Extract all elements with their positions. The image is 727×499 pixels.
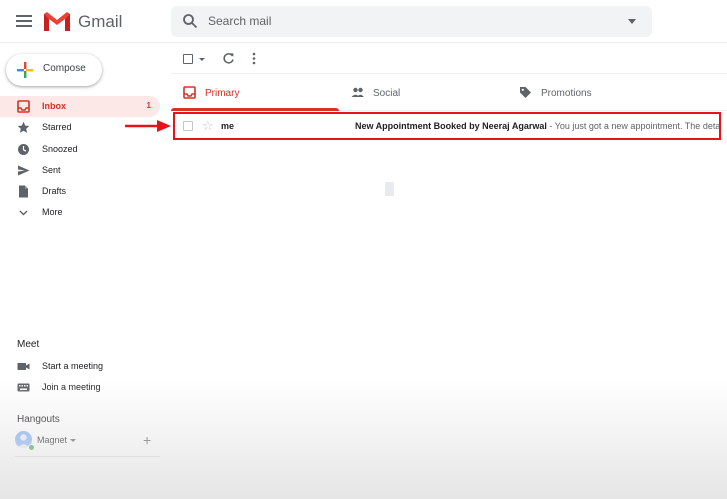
email-snippet: - You just got a new appointment. The de… — [546, 121, 721, 131]
plus-icon — [17, 62, 33, 78]
search-options-icon[interactable] — [628, 19, 636, 24]
sidebar-item-label: More — [42, 207, 63, 218]
annotation-arrow — [125, 120, 171, 132]
people-icon — [351, 87, 364, 97]
search-icon[interactable] — [182, 13, 198, 29]
tab-label: Promotions — [541, 88, 592, 99]
select-options-icon[interactable] — [199, 58, 205, 61]
start-meeting-label: Start a meeting — [42, 361, 104, 371]
add-contact-icon[interactable]: + — [143, 432, 151, 448]
refresh-icon[interactable] — [222, 52, 235, 65]
tab-promotions[interactable]: Promotions — [507, 76, 675, 110]
sidebar-item-drafts[interactable]: Drafts — [0, 181, 160, 202]
hangouts-user-name: Magnet — [37, 435, 68, 445]
draft-icon — [19, 185, 28, 198]
compose-label: Compose — [43, 63, 86, 74]
sidebar-item-sent[interactable]: Sent — [0, 160, 160, 181]
send-icon — [18, 165, 30, 176]
star-icon — [17, 122, 30, 134]
email-checkbox[interactable] — [183, 121, 193, 131]
tab-social[interactable]: Social — [339, 76, 507, 110]
email-sender: me — [221, 121, 235, 131]
sidebar-nav: Inbox 1 Starred Snoozed Sent Drafts More — [0, 96, 160, 224]
brand-name[interactable]: Gmail — [78, 12, 122, 32]
sidebar-item-label: Snoozed — [42, 143, 78, 154]
inbox-icon — [183, 86, 196, 99]
gmail-logo[interactable] — [43, 10, 71, 32]
sidebar-item-label: Starred — [42, 122, 72, 133]
loading-indicator — [385, 182, 394, 196]
join-meeting-label: Join a meeting — [42, 382, 101, 392]
tag-icon — [520, 87, 531, 98]
more-vert-icon[interactable] — [252, 52, 256, 65]
select-all-checkbox[interactable] — [183, 54, 193, 64]
tab-primary[interactable]: Primary — [171, 76, 339, 111]
divider — [15, 456, 160, 457]
compose-button[interactable]: Compose — [6, 54, 102, 86]
search-bar[interactable]: Search mail — [171, 6, 652, 37]
meet-heading: Meet — [17, 339, 40, 350]
top-bar: Gmail Search mail — [0, 0, 727, 43]
sidebar-item-snoozed[interactable]: Snoozed — [0, 139, 160, 160]
tab-label: Primary — [205, 88, 240, 99]
start-meeting-link[interactable]: Start a meeting — [0, 356, 160, 377]
join-meeting-link[interactable]: Join a meeting — [0, 377, 160, 398]
caret-down-icon — [70, 439, 76, 442]
online-status-icon — [28, 444, 35, 451]
hangouts-user-selector[interactable]: Magnet — [15, 431, 160, 451]
email-preview: New Appointment Booked by Neeraj Agarwal… — [355, 121, 721, 131]
sidebar-item-label: Sent — [42, 164, 61, 175]
main-menu-icon[interactable] — [14, 12, 34, 30]
clock-icon — [18, 143, 29, 155]
chevron-down-icon — [19, 210, 28, 216]
sidebar-item-label: Inbox — [42, 101, 66, 111]
tab-label: Social — [373, 88, 401, 99]
hangouts-heading: Hangouts — [17, 414, 60, 425]
email-subject: New Appointment Booked by Neeraj Agarwal — [355, 121, 547, 131]
email-row[interactable]: ☆ me New Appointment Booked by Neeraj Ag… — [173, 112, 721, 140]
keyboard-icon — [17, 383, 30, 392]
inbox-icon — [17, 100, 30, 113]
search-input[interactable]: Search mail — [208, 14, 271, 28]
unread-count: 1 — [146, 101, 151, 110]
sidebar-item-more[interactable]: More — [0, 202, 160, 223]
star-outline-icon[interactable]: ☆ — [202, 118, 214, 134]
video-icon — [17, 363, 30, 370]
mail-toolbar — [171, 44, 727, 74]
sidebar-item-inbox[interactable]: Inbox 1 — [0, 96, 160, 118]
inbox-tabs: Primary Social Promotions — [171, 76, 727, 111]
sidebar-item-label: Drafts — [42, 186, 67, 197]
